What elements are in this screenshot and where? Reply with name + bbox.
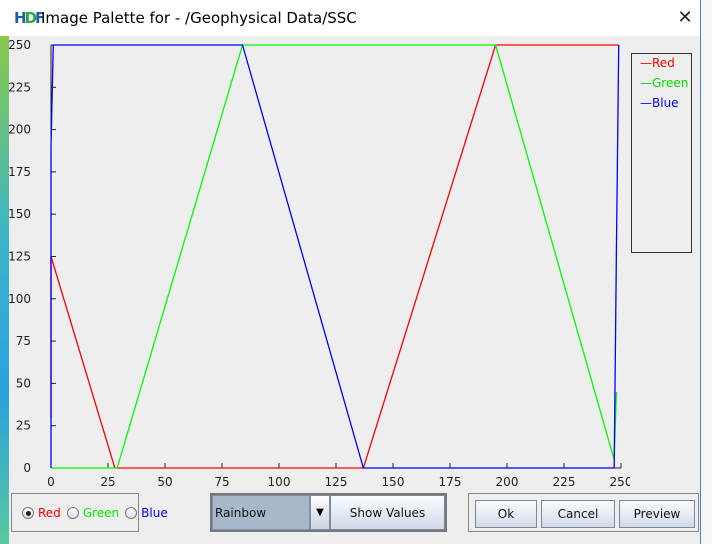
y-tick-label: 100	[8, 292, 31, 306]
radio-button-icon[interactable]	[22, 506, 34, 519]
y-tick-label: 25	[16, 419, 31, 433]
x-tick-label: 150	[382, 475, 405, 489]
x-tick-label: 50	[157, 475, 172, 489]
ok-button[interactable]: Ok	[475, 500, 537, 528]
x-tick-label: 175	[439, 475, 462, 489]
x-tick-label: 250	[610, 475, 630, 489]
series-line-green	[51, 44, 618, 469]
title-bar: HDF Image Palette for - /Geophysical Dat…	[0, 0, 700, 36]
y-tick-label: 250	[8, 38, 31, 52]
x-tick-label: 0	[47, 475, 55, 489]
legend-item-red: —Red	[640, 56, 675, 70]
cancel-button[interactable]: Cancel	[541, 500, 615, 528]
palette-chart: 0 25 50 75 100 125 150 175 200 225 250 0 25 50 75 100 12…	[8, 38, 630, 489]
y-tick-label: 75	[16, 334, 31, 348]
y-tick-label: 200	[8, 123, 31, 137]
close-icon[interactable]: ✕	[672, 6, 698, 30]
x-tick-label: 75	[214, 475, 229, 489]
chevron-down-icon[interactable]: ▼	[310, 495, 330, 530]
preview-button[interactable]: Preview	[619, 500, 695, 528]
radio-red[interactable]: Red	[22, 506, 61, 520]
y-tick-label: 0	[23, 461, 31, 475]
y-tick-label: 125	[8, 250, 31, 264]
x-tick-label: 25	[100, 475, 115, 489]
x-tick-label: 225	[553, 475, 576, 489]
radio-green[interactable]: Green	[66, 506, 119, 520]
x-tick-label: 200	[496, 475, 519, 489]
y-tick-label: 175	[8, 165, 31, 179]
hdf-logo-icon: HDF	[14, 9, 45, 27]
x-tick-label: 100	[268, 475, 291, 489]
radio-button-icon[interactable]	[125, 506, 138, 519]
x-tick-label: 125	[325, 475, 348, 489]
legend-item-blue: —Blue	[640, 96, 679, 110]
radio-button-icon[interactable]	[66, 506, 79, 519]
legend-item-green: —Green	[640, 76, 689, 90]
palette-select[interactable]: Rainbow	[212, 495, 310, 530]
y-tick-label: 150	[8, 207, 31, 221]
radio-blue[interactable]: Blue	[125, 506, 168, 520]
channel-radio-group: Red Green Blue	[11, 493, 168, 532]
y-tick-label: 225	[8, 80, 31, 94]
show-values-button[interactable]: Show Values	[330, 495, 445, 530]
chart-legend: —Red —Green —Blue	[631, 53, 692, 253]
y-tick-label: 50	[16, 376, 31, 390]
background-window-edge	[700, 0, 712, 544]
window-title: Image Palette for - /Geophysical Data/SS…	[41, 9, 357, 27]
palette-controls: Rainbow ▼ Show Values	[210, 493, 447, 532]
dialog-buttons: Ok Cancel Preview	[468, 493, 699, 532]
